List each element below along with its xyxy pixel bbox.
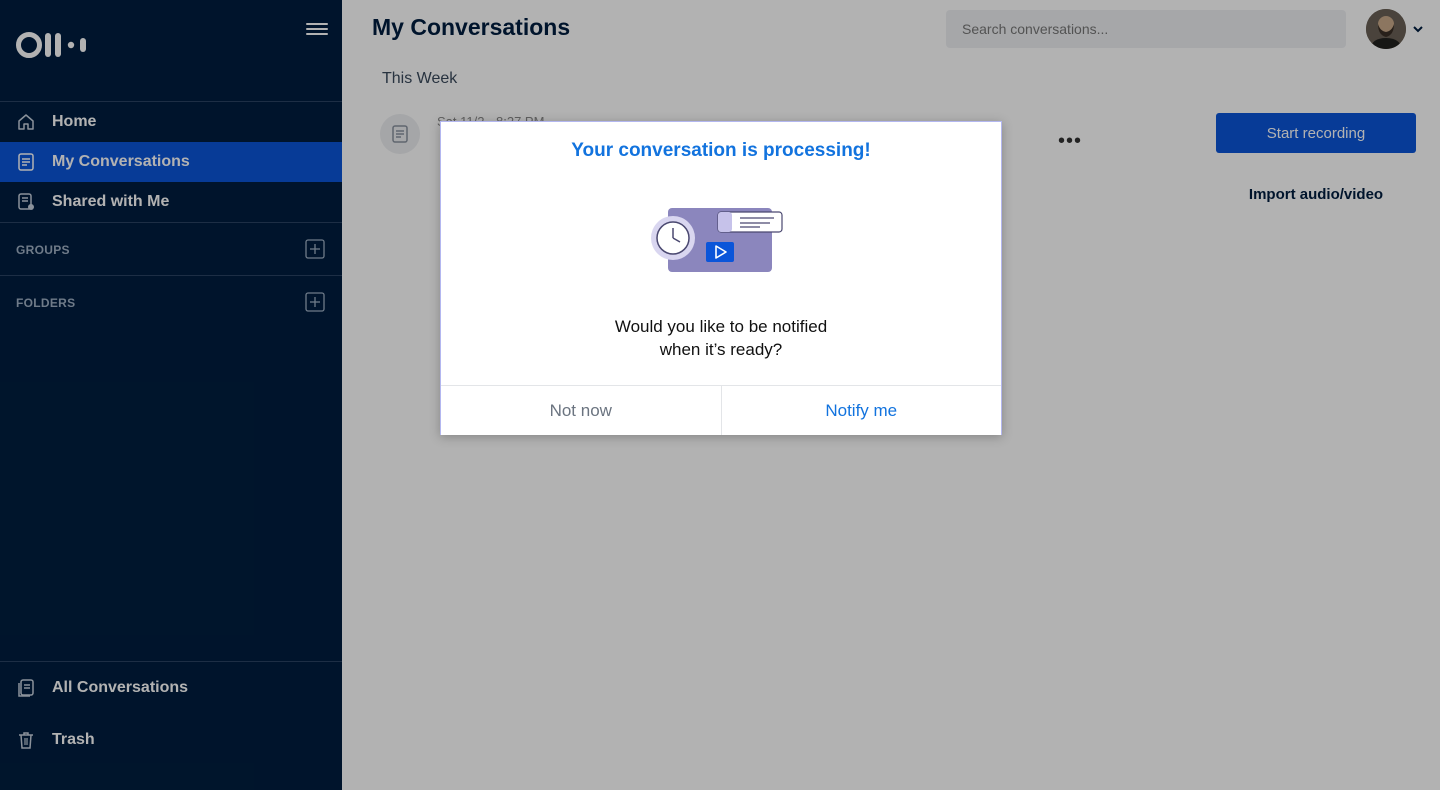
notify-me-button[interactable]: Notify me: [721, 386, 1001, 435]
dialog-title: Your conversation is processing!: [571, 140, 871, 161]
dialog-question: Would you like to be notified when it’s …: [441, 315, 1001, 361]
not-now-button[interactable]: Not now: [441, 386, 722, 435]
dialog-question-line: when it’s ready?: [659, 340, 783, 359]
dialog-footer: Not now Notify me: [441, 385, 1001, 435]
processing-illustration: [646, 202, 796, 282]
dialog-question-line: Would you like to be notified: [614, 317, 828, 336]
processing-dialog: Your conversation is processing! Would y…: [440, 121, 1002, 435]
